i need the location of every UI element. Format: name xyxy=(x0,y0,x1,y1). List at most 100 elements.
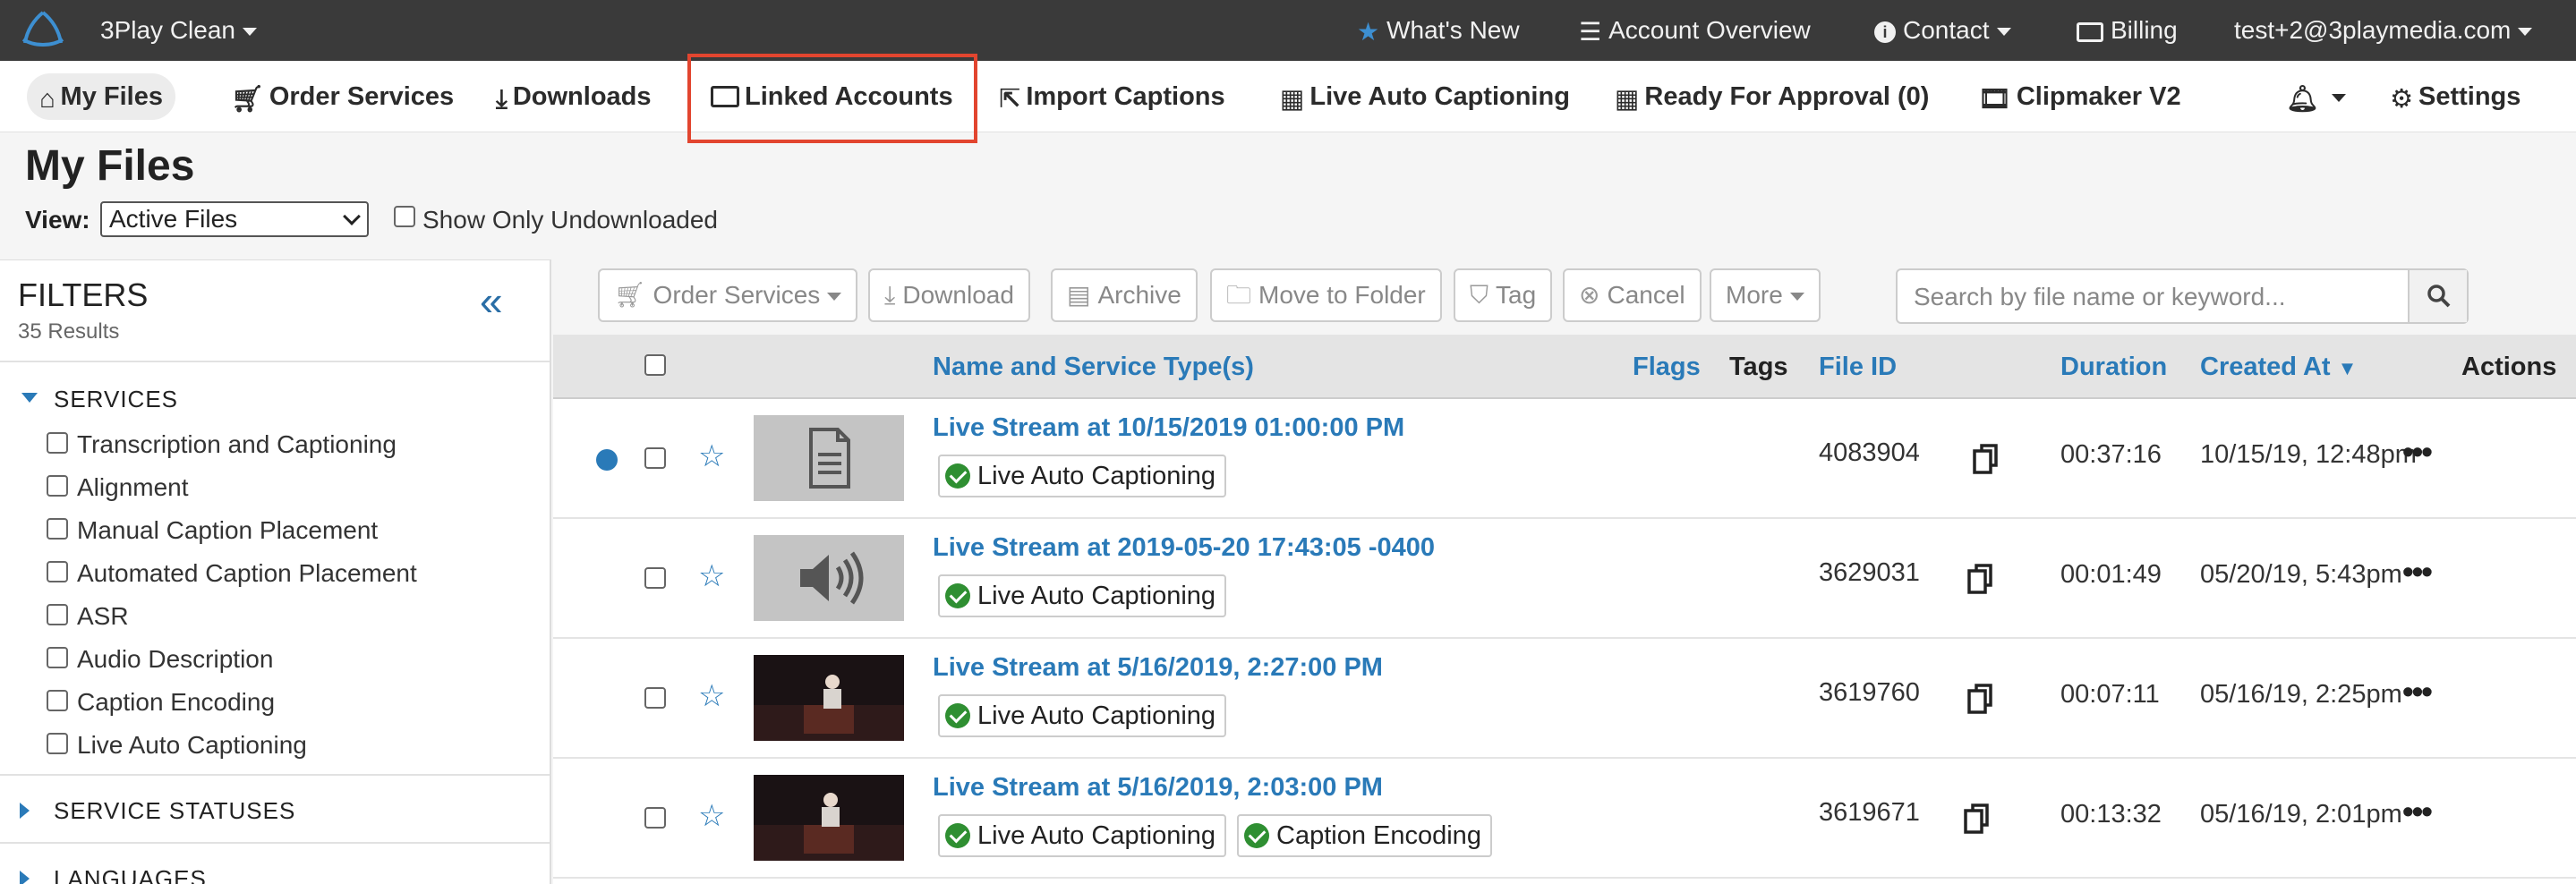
calendar-icon: ▦ xyxy=(1280,85,1305,114)
logo-icon[interactable] xyxy=(18,7,68,54)
filter-label: Manual Caption Placement xyxy=(77,516,379,544)
nav-label: Order Services xyxy=(269,82,455,111)
filter-checkbox[interactable] xyxy=(47,432,68,454)
archive-button[interactable]: ▤ Archive xyxy=(1051,268,1198,322)
service-label: Caption Encoding xyxy=(1276,821,1481,850)
chevron-down-icon xyxy=(2518,28,2533,37)
sort-flags-header[interactable]: Flags xyxy=(1633,335,1701,399)
filter-checkbox[interactable] xyxy=(47,475,68,497)
filter-checkbox[interactable] xyxy=(47,561,68,582)
filter-label: Live Auto Captioning xyxy=(77,731,307,759)
view-select[interactable]: Active Files xyxy=(100,201,369,237)
file-thumbnail[interactable] xyxy=(754,535,904,621)
copy-icon[interactable] xyxy=(1962,802,1992,837)
filters-title: FILTERS xyxy=(18,276,149,313)
star-icon[interactable]: ☆ xyxy=(698,438,725,474)
services-header[interactable]: SERVICES xyxy=(54,386,178,413)
nav-live-auto-captioning[interactable]: ▦ Live Auto Captioning xyxy=(1267,73,1582,120)
star-icon[interactable]: ☆ xyxy=(698,678,725,714)
table-row[interactable]: ☆ Live Stream at 2019-05-20 17:43:05 -04… xyxy=(553,519,2576,639)
created-at: 05/20/19, 5:43pm xyxy=(2200,560,2402,589)
service-badge[interactable]: Live Auto Captioning xyxy=(938,574,1227,617)
cancel-button[interactable]: ⊗ Cancel xyxy=(1563,268,1702,322)
whats-new-link[interactable]: ★ What's New xyxy=(1357,0,1520,61)
nav-import-captions[interactable]: ⇱ Import Captions xyxy=(986,73,1238,120)
more-actions-icon[interactable]: ••• xyxy=(2402,553,2433,591)
nav-order-services[interactable]: 🛒︎ Order Services xyxy=(218,73,466,120)
collapse-sidebar-icon[interactable]: « xyxy=(480,280,503,321)
filter-checkbox[interactable] xyxy=(47,604,68,625)
more-button[interactable]: More xyxy=(1710,268,1821,322)
billing-link[interactable]: Billing xyxy=(2077,0,2178,61)
service-badge[interactable]: Live Auto Captioning xyxy=(938,694,1227,737)
filter-checkbox[interactable] xyxy=(47,733,68,754)
contact-menu[interactable]: i Contact xyxy=(1874,0,2011,61)
star-icon[interactable]: ☆ xyxy=(698,798,725,834)
copy-icon[interactable] xyxy=(1971,442,2001,478)
file-name-link[interactable]: Live Stream at 10/15/2019 01:00:00 PM xyxy=(933,413,1404,443)
search-button[interactable] xyxy=(2408,270,2467,322)
view-select-value: Active Files xyxy=(109,205,238,233)
expand-icon[interactable] xyxy=(21,393,38,403)
tags-header: Tags xyxy=(1729,353,1788,381)
tag-button[interactable]: ⛉ Tag xyxy=(1454,268,1553,322)
more-actions-icon[interactable]: ••• xyxy=(2402,793,2433,830)
account-overview-link[interactable]: ☰ Account Overview xyxy=(1579,0,1811,61)
account-switcher[interactable]: 3Play Clean xyxy=(100,0,257,61)
copy-icon[interactable] xyxy=(1966,682,1996,718)
languages-header[interactable]: LANGUAGES xyxy=(54,865,207,884)
show-undownloaded-checkbox[interactable] xyxy=(394,206,415,227)
info-icon: i xyxy=(1874,21,1896,43)
download-button[interactable]: ⤓ Download xyxy=(868,268,1030,322)
service-badge[interactable]: Live Auto Captioning xyxy=(938,455,1227,497)
row-checkbox[interactable] xyxy=(644,567,666,589)
filter-checkbox[interactable] xyxy=(47,518,68,540)
sort-created-header[interactable]: Created At ▼ xyxy=(2200,335,2357,399)
nav-ready-for-approval[interactable]: ▦ Ready For Approval (0) xyxy=(1602,73,1941,120)
more-actions-icon[interactable]: ••• xyxy=(2402,433,2433,471)
copy-icon[interactable] xyxy=(1966,562,1996,598)
table-row[interactable]: ☆ Live Stream at 10/15/2019 01:00:00 PM … xyxy=(553,399,2576,519)
nav-label: Downloads xyxy=(512,82,652,111)
file-name-link[interactable]: Live Stream at 2019-05-20 17:43:05 -0400 xyxy=(933,533,1435,563)
service-statuses-header[interactable]: SERVICE STATUSES xyxy=(54,797,295,825)
file-thumbnail[interactable] xyxy=(754,775,904,861)
filter-label: ASR xyxy=(77,602,129,630)
select-all-checkbox[interactable] xyxy=(644,354,666,376)
sort-duration-header[interactable]: Duration xyxy=(2060,335,2167,399)
filter-checkbox[interactable] xyxy=(47,647,68,668)
file-thumbnail[interactable] xyxy=(754,655,904,741)
nav-downloads[interactable]: ⤓ Downloads xyxy=(483,73,664,120)
more-actions-icon[interactable]: ••• xyxy=(2402,673,2433,710)
service-badge[interactable]: Caption Encoding xyxy=(1237,814,1492,857)
star-icon: ★ xyxy=(1357,17,1380,46)
row-checkbox[interactable] xyxy=(644,807,666,829)
row-checkbox[interactable] xyxy=(644,447,666,469)
filter-label: Audio Description xyxy=(77,645,274,673)
button-label: Cancel xyxy=(1607,281,1685,309)
nav-my-files[interactable]: ⌂ My Files xyxy=(27,73,175,120)
row-checkbox[interactable] xyxy=(644,687,666,709)
filter-checkbox[interactable] xyxy=(47,690,68,711)
expand-icon[interactable] xyxy=(20,871,30,884)
file-thumbnail[interactable] xyxy=(754,415,904,501)
order-services-button[interactable]: 🛒︎ Order Services xyxy=(598,268,858,322)
table-row[interactable]: ☆ Live Stream at 5/16/2019, 2:27:00 PM L… xyxy=(553,639,2576,759)
table-row[interactable]: ☆ Live Stream at 5/16/2019, 2:03:00 PM L… xyxy=(553,759,2576,879)
expand-icon[interactable] xyxy=(20,803,30,819)
move-to-folder-button[interactable]: 🗀 Move to Folder xyxy=(1210,268,1442,322)
sort-file-id-header[interactable]: File ID xyxy=(1819,335,1897,399)
nav-settings[interactable]: ⚙ Settings xyxy=(2377,73,2533,120)
button-label: Tag xyxy=(1496,281,1537,309)
file-name-link[interactable]: Live Stream at 5/16/2019, 2:03:00 PM xyxy=(933,773,1383,803)
search-input[interactable]: Search by file name or keyword... xyxy=(1914,283,2286,311)
user-menu[interactable]: test+2@3playmedia.com xyxy=(2234,0,2533,61)
service-badge[interactable]: Live Auto Captioning xyxy=(938,814,1227,857)
notifications-menu[interactable]: 🔔︎ xyxy=(2273,73,2358,120)
contact-label: Contact xyxy=(1903,16,1990,44)
sort-name-header[interactable]: Name and Service Type(s) xyxy=(933,335,1254,399)
duration: 00:13:32 xyxy=(2060,800,2162,829)
star-icon[interactable]: ☆ xyxy=(698,558,725,594)
nav-clipmaker[interactable]: 🎞︎ Clipmaker V2 xyxy=(1966,73,2194,120)
file-name-link[interactable]: Live Stream at 5/16/2019, 2:27:00 PM xyxy=(933,653,1383,683)
